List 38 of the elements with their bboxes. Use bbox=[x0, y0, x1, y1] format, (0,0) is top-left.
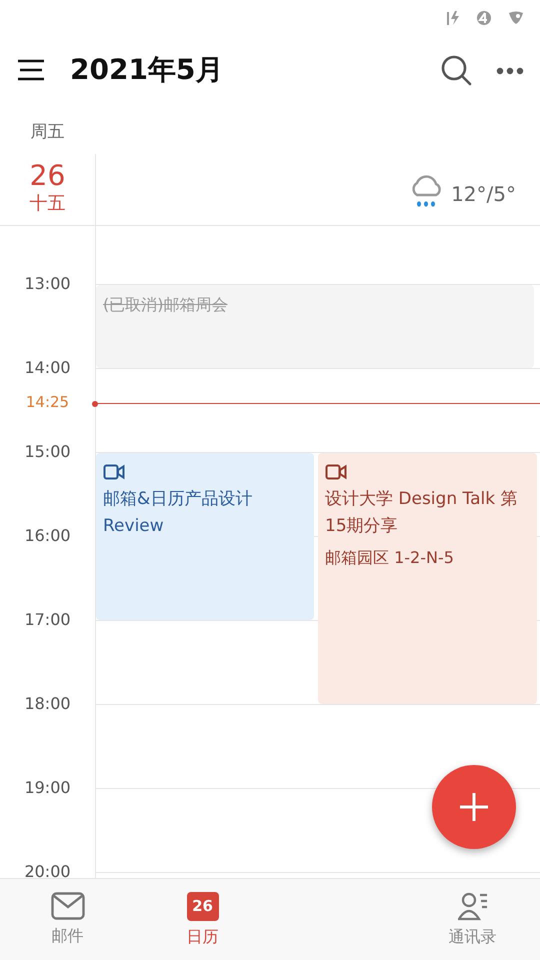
month-title: 2021年5月 bbox=[70, 52, 224, 88]
menu-icon bbox=[16, 58, 46, 82]
hour-label: 18:00 bbox=[23, 696, 72, 712]
status-icon bbox=[508, 10, 524, 26]
event-title: (已取消)邮箱周会 bbox=[103, 294, 228, 316]
event-card[interactable]: 设计大学 Design Talk 第15期分享 邮箱园区 1-2-N-5 bbox=[318, 453, 537, 704]
weather-temperature: 12°/5° bbox=[451, 181, 516, 208]
event-title: 设计大学 Design Talk 第15期分享 bbox=[325, 488, 518, 538]
weekday-label: 周五 bbox=[30, 121, 64, 144]
status-icon bbox=[476, 10, 492, 26]
date-number: 26 bbox=[30, 162, 66, 190]
hour-label: 15:00 bbox=[23, 444, 72, 460]
hour-label: 20:00 bbox=[23, 864, 72, 878]
hour-label: 14:00 bbox=[23, 360, 72, 376]
hour-label: 16:00 bbox=[23, 528, 72, 544]
hour-label: 13:00 bbox=[23, 276, 72, 292]
current-time-label: 14:25 bbox=[24, 395, 70, 410]
current-time-dot bbox=[92, 400, 98, 406]
event-title: 邮箱&日历产品设计Review bbox=[103, 488, 254, 538]
tab-button[interactable]: 26 日历 bbox=[180, 890, 224, 950]
lunar-date: 十五 bbox=[30, 192, 66, 216]
search-button[interactable] bbox=[440, 54, 472, 86]
hour-label: 17:00 bbox=[23, 612, 72, 628]
menu-button[interactable] bbox=[16, 58, 46, 82]
tab-button[interactable]: 通讯录 bbox=[442, 890, 502, 950]
calendar-date-icon: 26 bbox=[186, 892, 218, 920]
add-event-button[interactable] bbox=[432, 765, 516, 849]
tab-button[interactable]: 邮件 bbox=[44, 891, 90, 949]
event-location: 邮箱园区 1-2-N-5 bbox=[325, 547, 455, 569]
mail-icon bbox=[50, 892, 84, 920]
plus-icon bbox=[457, 790, 491, 824]
event-card[interactable]: (已取消)邮箱周会 bbox=[96, 285, 534, 368]
contacts-icon bbox=[458, 891, 488, 921]
status-icon bbox=[446, 10, 460, 26]
more-icon bbox=[496, 66, 524, 75]
event-card[interactable]: 邮箱&日历产品设计Review bbox=[96, 453, 314, 620]
search-icon bbox=[440, 54, 472, 86]
hour-label: 19:00 bbox=[23, 780, 72, 796]
